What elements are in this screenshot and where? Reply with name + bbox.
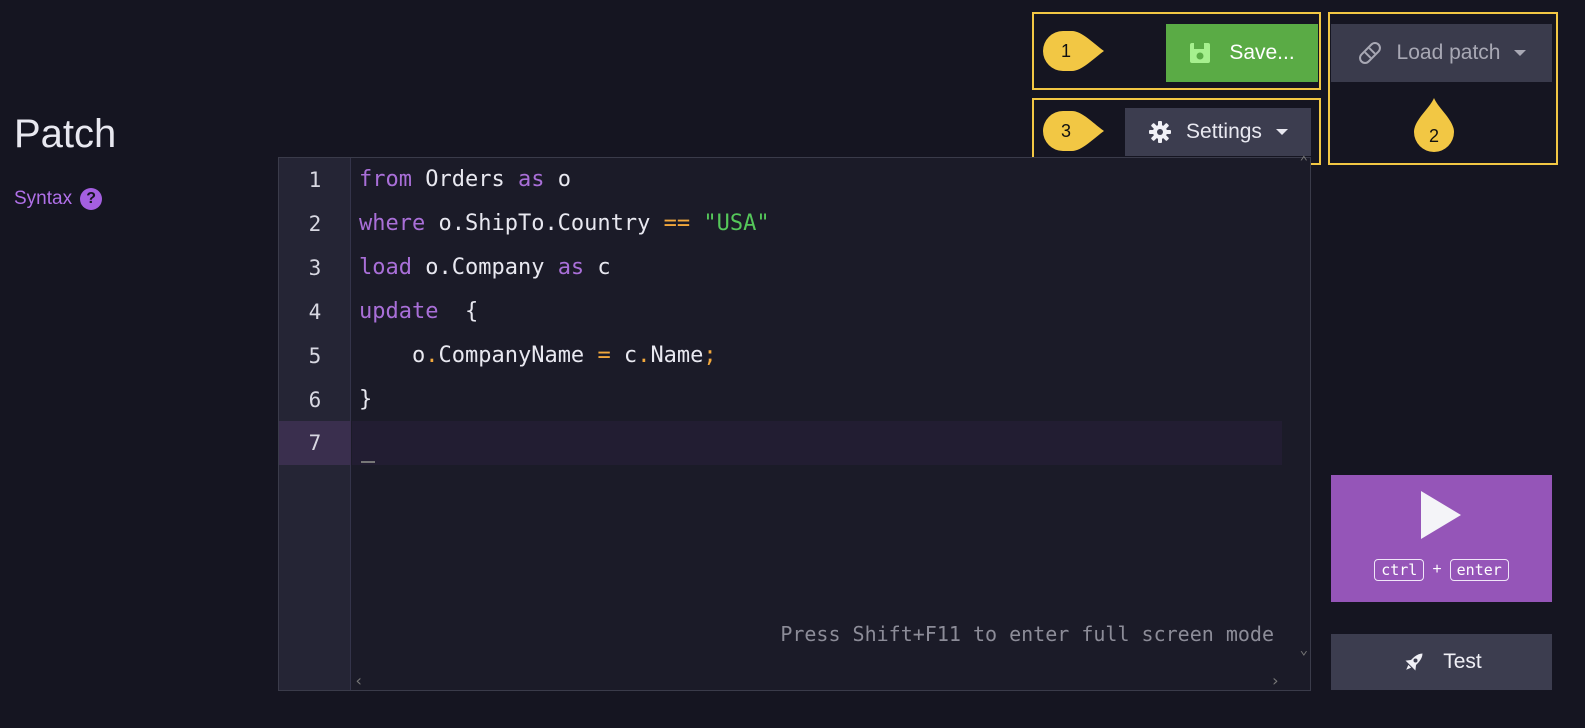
line-number: 1 <box>308 168 322 192</box>
help-icon: ? <box>80 188 103 210</box>
callout-badge-3: 3 <box>1042 110 1104 152</box>
run-button[interactable]: ctrl + enter <box>1331 475 1552 602</box>
load-patch-label: Load patch <box>1396 41 1501 64</box>
line-number: 5 <box>308 344 322 368</box>
syntax-label: Syntax <box>14 188 73 209</box>
code-line[interactable]: load o.Company as c <box>359 246 611 290</box>
code-line[interactable]: update { <box>359 290 478 334</box>
rocket-icon <box>1405 653 1423 671</box>
bandage-icon <box>1358 42 1381 64</box>
settings-button[interactable]: Settings <box>1125 108 1311 156</box>
kbd-ctrl: ctrl <box>1374 559 1425 581</box>
kbd-enter: enter <box>1449 559 1509 581</box>
save-label: Save... <box>1229 41 1295 64</box>
syntax-link[interactable]: Syntax ? <box>14 188 103 210</box>
chevron-down-icon <box>1275 129 1288 135</box>
code-line[interactable]: } <box>359 378 372 422</box>
floppy-disk-icon <box>1190 43 1211 63</box>
load-patch-button[interactable]: Load patch <box>1331 24 1552 82</box>
text-cursor <box>361 461 375 463</box>
test-label: Test <box>1443 650 1482 673</box>
save-button[interactable]: Save... <box>1166 24 1318 82</box>
line-number: 3 <box>308 256 322 280</box>
scroll-down-icon[interactable]: ⌄ <box>1300 642 1308 658</box>
line-number-gutter: 1 2 3 4 5 6 7 <box>279 158 351 690</box>
callout-badge-2: 2 <box>1412 98 1456 154</box>
test-button[interactable]: Test <box>1331 634 1552 690</box>
scroll-up-icon[interactable]: ⌃ <box>1300 154 1308 170</box>
scroll-right-icon[interactable]: › <box>1270 671 1280 690</box>
active-line-highlight <box>352 421 1282 465</box>
run-shortcut: ctrl + enter <box>1331 559 1552 581</box>
page-title: Patch <box>14 112 117 156</box>
chevron-down-icon <box>1514 50 1527 56</box>
play-icon <box>1421 491 1461 539</box>
settings-label: Settings <box>1186 120 1262 143</box>
gear-icon <box>1149 121 1172 143</box>
callout-badge-1: 1 <box>1042 30 1104 72</box>
patch-editor[interactable]: 1 2 3 4 5 6 7 from Orders as o where o.S… <box>278 154 1311 691</box>
line-number: 2 <box>308 212 322 236</box>
line-number-active: 7 <box>279 421 351 465</box>
code-line[interactable]: from Orders as o <box>359 158 571 202</box>
line-number: 4 <box>308 300 322 324</box>
code-line[interactable]: o.CompanyName = c.Name; <box>359 334 717 378</box>
line-number: 6 <box>308 388 322 412</box>
fullscreen-hint: Press Shift+F11 to enter full screen mod… <box>780 622 1274 646</box>
code-line[interactable]: where o.ShipTo.Country == "USA" <box>359 202 770 246</box>
scroll-left-icon[interactable]: ‹ <box>354 671 364 690</box>
kbd-plus: + <box>1432 561 1442 578</box>
patch-page: Patch Syntax ? 1 3 2 Save... Load patch … <box>0 0 1585 728</box>
